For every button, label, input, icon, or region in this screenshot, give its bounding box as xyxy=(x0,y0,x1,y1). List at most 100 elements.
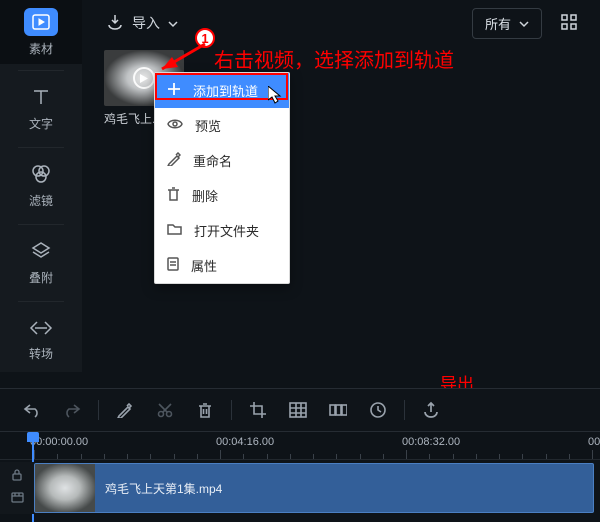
ctx-label: 重命名 xyxy=(193,151,232,170)
subtick xyxy=(336,454,337,459)
import-label: 导入 xyxy=(132,13,160,33)
sidebar-item-label: 素材 xyxy=(29,40,53,57)
crop-button[interactable] xyxy=(238,392,278,428)
subtick xyxy=(197,454,198,459)
tick-label: 00:04:16.00 xyxy=(216,436,274,448)
freeze-button[interactable] xyxy=(318,392,358,428)
chevron-down-icon xyxy=(168,15,178,31)
timeline-toolbar xyxy=(0,388,600,432)
undo-button[interactable] xyxy=(12,392,52,428)
timeline-clip[interactable]: 鸡毛飞上天第1集.mp4 xyxy=(34,463,594,513)
edit-icon xyxy=(167,152,181,169)
ctx-rename[interactable]: 重命名 xyxy=(155,143,289,178)
duration-button[interactable] xyxy=(358,392,398,428)
chevron-down-icon xyxy=(519,16,529,31)
media-icon xyxy=(24,8,58,36)
tick-label: 00:08:32.00 xyxy=(402,436,460,448)
subtick xyxy=(476,454,477,459)
delete-button[interactable] xyxy=(185,392,225,428)
ctx-add-to-track[interactable]: 添加到轨道 xyxy=(155,73,289,108)
subtick xyxy=(81,454,82,459)
subtick xyxy=(150,454,151,459)
trash-icon xyxy=(167,187,180,204)
ctx-delete[interactable]: 删除 xyxy=(155,178,289,213)
export-button[interactable] xyxy=(411,392,451,428)
clip-thumbnail xyxy=(35,464,95,512)
dropdown-selected: 所有 xyxy=(485,14,511,33)
sidebar-item-text[interactable]: 文字 xyxy=(0,77,82,141)
divider xyxy=(18,70,64,71)
divider xyxy=(18,147,64,148)
subtick xyxy=(429,454,430,459)
import-button[interactable]: 导入 xyxy=(96,7,188,40)
sidebar-item-label: 叠附 xyxy=(29,269,53,286)
play-icon xyxy=(133,67,155,89)
divider xyxy=(18,301,64,302)
mosaic-button[interactable] xyxy=(278,392,318,428)
subtick xyxy=(243,454,244,459)
folder-icon xyxy=(167,223,182,238)
ctx-label: 添加到轨道 xyxy=(193,81,258,100)
plus-icon xyxy=(167,82,181,99)
subtick xyxy=(313,454,314,459)
lock-icon xyxy=(11,468,23,486)
sidebar-item-media[interactable]: 素材 xyxy=(0,0,82,64)
subtick xyxy=(499,454,500,459)
ctx-label: 预览 xyxy=(195,116,221,135)
sidebar-item-label: 滤镜 xyxy=(29,192,53,209)
subtick xyxy=(57,454,58,459)
cut-button[interactable] xyxy=(145,392,185,428)
timeline: 00:00:00.0000:04:16.0000:08:32.0000:12:4… xyxy=(0,432,600,522)
ctx-label: 打开文件夹 xyxy=(194,221,259,240)
edit-button[interactable] xyxy=(105,392,145,428)
subtick xyxy=(383,454,384,459)
divider xyxy=(98,400,99,420)
sidebar-item-label: 转场 xyxy=(29,345,53,362)
sidebar-item-filter[interactable]: 滤镜 xyxy=(0,154,82,218)
text-icon xyxy=(30,86,52,111)
sidebar-item-transition[interactable]: 转场 xyxy=(0,308,82,372)
divider xyxy=(18,224,64,225)
view-mode-button[interactable] xyxy=(552,8,586,38)
tick xyxy=(34,450,35,459)
tick xyxy=(592,450,593,459)
tick xyxy=(220,450,221,459)
video-icon xyxy=(11,490,24,508)
ctx-label: 属性 xyxy=(191,256,217,275)
subtick xyxy=(104,454,105,459)
subtick xyxy=(174,454,175,459)
ctx-preview[interactable]: 预览 xyxy=(155,108,289,143)
subtick xyxy=(290,454,291,459)
redo-button[interactable] xyxy=(52,392,92,428)
subtick xyxy=(522,454,523,459)
topbar: 导入 所有 xyxy=(82,0,600,46)
overlay-icon xyxy=(30,240,52,265)
eye-icon xyxy=(167,118,183,133)
filter-icon xyxy=(29,163,53,188)
sidebar-item-label: 文字 xyxy=(29,115,53,132)
sidebar: 素材 文字 滤镜 叠附 转场 xyxy=(0,0,82,372)
filter-dropdown[interactable]: 所有 xyxy=(472,8,542,39)
tick xyxy=(406,450,407,459)
subtick xyxy=(127,454,128,459)
transition-icon xyxy=(29,318,53,341)
tick-label: 00:12:48.00 xyxy=(588,436,600,448)
context-menu: 添加到轨道 预览 重命名 删除 打开文件夹 属性 xyxy=(154,72,290,284)
divider xyxy=(231,400,232,420)
properties-icon xyxy=(167,257,179,274)
sidebar-item-overlay[interactable]: 叠附 xyxy=(0,231,82,295)
ctx-properties[interactable]: 属性 xyxy=(155,248,289,283)
subtick xyxy=(569,454,570,459)
subtick xyxy=(453,454,454,459)
subtick xyxy=(546,454,547,459)
track-head[interactable] xyxy=(0,462,34,514)
subtick xyxy=(267,454,268,459)
clip-label: 鸡毛飞上天第1集.mp4 xyxy=(95,480,222,497)
ctx-label: 删除 xyxy=(192,186,218,205)
grid-icon xyxy=(561,14,577,33)
import-icon xyxy=(106,13,124,34)
timeline-ruler[interactable]: 00:00:00.0000:04:16.0000:08:32.0000:12:4… xyxy=(0,432,600,460)
subtick xyxy=(360,454,361,459)
ctx-open-folder[interactable]: 打开文件夹 xyxy=(155,213,289,248)
divider xyxy=(404,400,405,420)
